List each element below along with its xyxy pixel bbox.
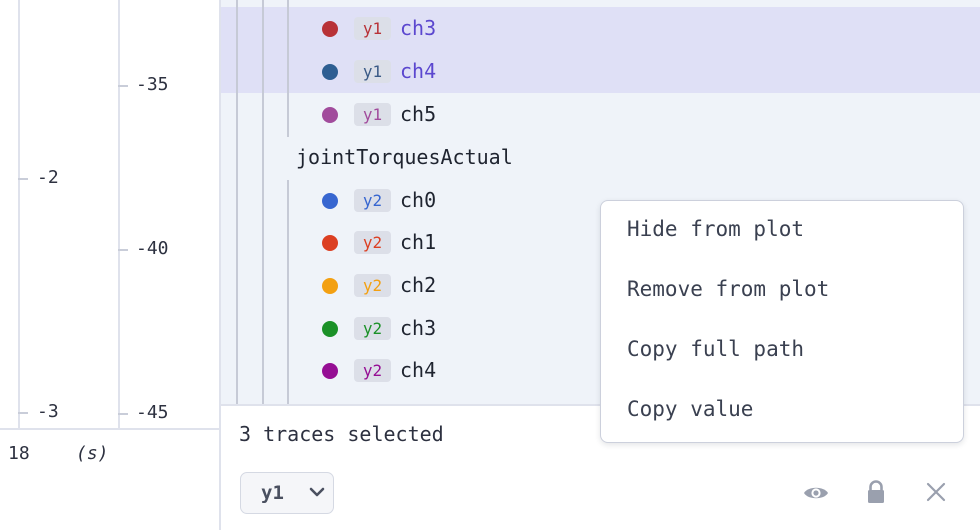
trace-color-dot <box>322 193 338 209</box>
trace-label: ch4 <box>400 59 437 83</box>
tree-guide-line <box>287 0 289 137</box>
trace-color-dot <box>322 21 338 37</box>
tick-mark <box>118 413 128 415</box>
menu-item-copy-value[interactable]: Copy value <box>601 381 963 441</box>
lock-icon[interactable] <box>861 477 891 507</box>
y-tick-label: -35 <box>136 74 169 95</box>
axis-badge: y1 <box>354 17 391 40</box>
menu-item-label: Copy full path <box>627 337 805 361</box>
tick-mark <box>118 85 128 87</box>
tick-mark <box>18 178 28 180</box>
trace-color-dot <box>322 64 338 80</box>
menu-item-hide-from-plot[interactable]: Hide from plot <box>601 201 963 261</box>
menu-item-remove-from-plot[interactable]: Remove from plot <box>601 261 963 321</box>
menu-item-copy-full-path[interactable]: Copy full path <box>601 321 963 381</box>
tree-guide-line <box>262 0 264 404</box>
x-tick-label: 18 <box>8 443 30 464</box>
eye-icon[interactable] <box>801 478 831 508</box>
trace-color-dot <box>322 321 338 337</box>
tree-guide-line <box>287 180 289 404</box>
trace-label: ch1 <box>400 230 437 254</box>
y-tick-label: -40 <box>136 238 169 259</box>
x-unit-label: (s) <box>76 443 109 464</box>
y-tick-label: -3 <box>37 401 59 422</box>
trace-label: ch3 <box>400 316 437 340</box>
y-axis-inner-line <box>118 0 120 428</box>
trace-label: ch5 <box>400 102 437 126</box>
tick-mark <box>18 412 28 414</box>
axis-select[interactable]: y1 <box>240 472 334 514</box>
trace-label: ch0 <box>400 188 437 212</box>
trace-color-dot <box>322 363 338 379</box>
trace-color-dot <box>322 107 338 123</box>
axis-badge: y2 <box>354 317 391 340</box>
menu-item-label: Hide from plot <box>627 217 805 241</box>
y-axis-outer-line <box>18 0 20 428</box>
axis-badge: y2 <box>354 359 391 382</box>
trace-label: ch2 <box>400 273 437 297</box>
axis-badge: y2 <box>354 189 391 212</box>
trace-row[interactable]: y1 ch3 <box>221 7 980 50</box>
menu-item-label: Copy value <box>627 397 754 421</box>
context-menu: Hide from plot Remove from plot Copy ful… <box>600 200 964 443</box>
axis-badge: y2 <box>354 231 391 254</box>
y-tick-label: -2 <box>37 167 59 188</box>
trace-row[interactable]: y1 ch4 <box>221 50 980 93</box>
axis-select-value: y1 <box>261 482 284 504</box>
menu-item-label: Remove from plot <box>627 277 830 301</box>
trace-label: ch3 <box>400 16 437 40</box>
trace-label: ch4 <box>400 358 437 382</box>
tree-guide-line <box>236 0 238 404</box>
group-label[interactable]: jointTorquesActual <box>296 145 513 169</box>
tick-mark <box>118 249 128 251</box>
y-tick-label: -45 <box>136 402 169 423</box>
chevron-down-icon <box>309 487 325 497</box>
close-icon[interactable] <box>921 477 951 507</box>
axis-badge: y2 <box>354 274 391 297</box>
selection-status: 3 traces selected <box>239 422 444 446</box>
plot-axes: -2 -3 -35 -40 -45 18 (s) <box>0 0 221 530</box>
axis-badge: y1 <box>354 103 391 126</box>
trace-color-dot <box>322 278 338 294</box>
trace-color-dot <box>322 235 338 251</box>
x-axis-line <box>0 428 221 430</box>
axis-badge: y1 <box>354 60 391 83</box>
trace-row[interactable]: y1 ch5 <box>221 93 980 136</box>
